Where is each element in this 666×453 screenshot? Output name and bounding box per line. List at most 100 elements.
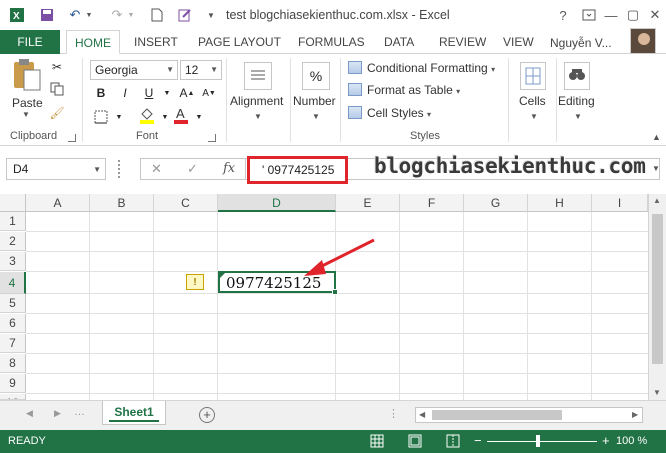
- zoom-slider-thumb[interactable]: [536, 435, 540, 447]
- add-sheet-button[interactable]: +: [199, 407, 215, 423]
- row-header-8[interactable]: 8: [0, 354, 26, 373]
- column-header-h[interactable]: H: [528, 194, 592, 212]
- borders-icon[interactable]: [92, 108, 110, 126]
- tab-home[interactable]: HOME: [66, 30, 120, 54]
- expand-formula-icon[interactable]: ▼: [652, 164, 660, 173]
- row-header-9[interactable]: 9: [0, 374, 26, 393]
- zoom-slider-track[interactable]: [487, 441, 597, 442]
- row-header-6[interactable]: 6: [0, 314, 26, 333]
- scroll-left-icon[interactable]: ◀: [419, 410, 425, 419]
- normal-view-icon[interactable]: [370, 434, 384, 451]
- zoom-out-button[interactable]: −: [474, 433, 482, 448]
- number-format-icon[interactable]: %: [302, 62, 330, 90]
- zoom-in-button[interactable]: +: [602, 433, 610, 448]
- font-color-dropdown-icon[interactable]: ▼: [190, 108, 208, 126]
- page-break-view-icon[interactable]: [446, 434, 460, 451]
- user-name[interactable]: Nguyễn V...: [550, 36, 612, 50]
- row-header-2[interactable]: 2: [0, 232, 26, 251]
- new-file-icon[interactable]: [148, 6, 166, 24]
- column-header-i[interactable]: I: [592, 194, 648, 212]
- conditional-formatting-button[interactable]: Conditional Formatting ▾: [348, 58, 495, 78]
- chevron-down-icon[interactable]: ▼: [254, 112, 262, 121]
- alignment-label[interactable]: Alignment: [230, 94, 283, 108]
- italic-button[interactable]: I: [116, 84, 134, 102]
- help-button[interactable]: ?: [552, 5, 574, 25]
- chevron-down-icon[interactable]: ▼: [530, 112, 538, 121]
- undo-dropdown-icon[interactable]: ▼: [80, 6, 98, 24]
- tab-split-icon[interactable]: ⋮: [388, 407, 399, 420]
- sheet-tab-sheet1[interactable]: Sheet1: [102, 401, 166, 425]
- tab-view[interactable]: VIEW: [503, 30, 534, 54]
- page-layout-view-icon[interactable]: [408, 434, 422, 451]
- zoom-level[interactable]: 100 %: [616, 435, 647, 447]
- editing-label[interactable]: Editing: [558, 94, 595, 108]
- minimize-button[interactable]: —: [600, 5, 622, 25]
- cut-icon[interactable]: ✂: [48, 58, 66, 76]
- underline-dropdown-icon[interactable]: ▼: [158, 84, 176, 102]
- sheet-more-icon[interactable]: …: [74, 406, 85, 418]
- bold-button[interactable]: B: [92, 84, 110, 102]
- formula-value-highlight[interactable]: ' 0977425125: [247, 156, 348, 184]
- horizontal-scrollbar[interactable]: ◀ ▶: [415, 407, 643, 423]
- fill-color-icon[interactable]: [138, 106, 156, 124]
- copy-icon[interactable]: [48, 80, 66, 98]
- form-icon[interactable]: [176, 6, 194, 24]
- fill-handle[interactable]: [332, 289, 338, 295]
- scroll-up-icon[interactable]: ▲: [653, 196, 661, 205]
- increase-font-icon[interactable]: A ▲: [178, 84, 196, 102]
- tab-formulas[interactable]: FORMULAS: [298, 30, 365, 54]
- format-as-table-button[interactable]: Format as Table ▾: [348, 80, 460, 100]
- number-label[interactable]: Number: [293, 94, 336, 108]
- sheet-prev-icon[interactable]: ◀: [26, 408, 33, 419]
- borders-dropdown-icon[interactable]: ▼: [110, 108, 128, 126]
- scroll-right-icon[interactable]: ▶: [632, 410, 638, 419]
- chevron-down-icon[interactable]: ▼: [312, 112, 320, 121]
- tab-review[interactable]: REVIEW: [439, 30, 486, 54]
- splitter-handle[interactable]: [118, 160, 122, 178]
- format-painter-icon[interactable]: 🖌: [48, 104, 66, 122]
- column-header-a[interactable]: A: [26, 194, 90, 212]
- tab-data[interactable]: DATA: [384, 30, 414, 54]
- avatar[interactable]: [630, 28, 656, 54]
- ribbon-display-button[interactable]: [578, 5, 600, 25]
- font-size-combo[interactable]: 12 ▼: [180, 60, 222, 80]
- row-header-5[interactable]: 5: [0, 294, 26, 313]
- font-name-combo[interactable]: Georgia ▼: [90, 60, 178, 80]
- close-button[interactable]: ✕: [644, 5, 666, 25]
- column-header-d[interactable]: D: [218, 194, 336, 212]
- tab-file[interactable]: FILE: [0, 30, 60, 54]
- row-header-3[interactable]: 3: [0, 252, 26, 271]
- cells-label[interactable]: Cells: [519, 94, 546, 108]
- redo-dropdown-icon[interactable]: ▼: [122, 6, 140, 24]
- paste-label[interactable]: Paste: [12, 96, 43, 110]
- clipboard-launcher-icon[interactable]: [68, 134, 76, 142]
- paste-icon[interactable]: [10, 58, 42, 92]
- font-launcher-icon[interactable]: [208, 134, 216, 142]
- column-header-f[interactable]: F: [400, 194, 464, 212]
- scroll-thumb[interactable]: [432, 410, 562, 420]
- underline-button[interactable]: U: [140, 84, 158, 102]
- save-icon[interactable]: [38, 6, 56, 24]
- select-all-button[interactable]: [0, 194, 26, 212]
- sheet-next-icon[interactable]: ▶: [54, 408, 61, 419]
- alignment-icon[interactable]: [244, 62, 272, 90]
- font-color-icon[interactable]: A: [172, 106, 190, 124]
- cells-icon[interactable]: [520, 62, 546, 90]
- chevron-down-icon[interactable]: ▼: [574, 112, 582, 121]
- tab-page-layout[interactable]: PAGE LAYOUT: [198, 30, 281, 54]
- find-icon[interactable]: [564, 62, 590, 90]
- cell-styles-button[interactable]: Cell Styles ▾: [348, 103, 431, 123]
- collapse-ribbon-icon[interactable]: ▲: [652, 132, 661, 142]
- cancel-button[interactable]: ✕: [151, 161, 162, 177]
- column-header-c[interactable]: C: [154, 194, 218, 212]
- column-header-g[interactable]: G: [464, 194, 528, 212]
- name-box[interactable]: D4 ▼: [6, 158, 106, 180]
- column-header-e[interactable]: E: [336, 194, 400, 212]
- worksheet-grid[interactable]: A B C D E F G H I 1 2 3 4 5 6 7 8 9 10 !…: [0, 194, 666, 402]
- error-warning-icon[interactable]: !: [186, 274, 204, 290]
- enter-button[interactable]: ✓: [187, 161, 198, 177]
- vertical-scrollbar[interactable]: ▲ ▼: [648, 194, 666, 400]
- tab-insert[interactable]: INSERT: [134, 30, 178, 54]
- insert-function-button[interactable]: fx: [223, 161, 235, 176]
- paste-dropdown-icon[interactable]: ▼: [22, 110, 30, 119]
